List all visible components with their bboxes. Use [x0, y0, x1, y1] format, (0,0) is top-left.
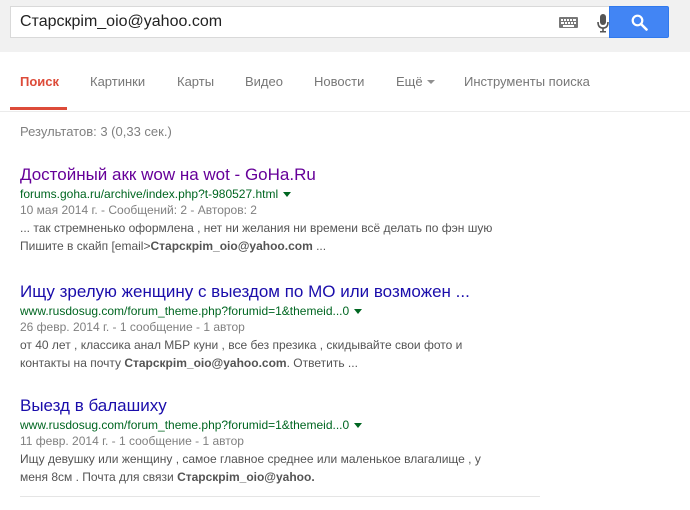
search-result: Выезд в балашиху www.rusdosug.com/forum_…: [20, 396, 540, 486]
url-dropdown-icon[interactable]: [354, 309, 363, 315]
result-snippet-line: Ищу девушку или женщину , самое главное …: [20, 452, 481, 466]
snippet-text: меня 8см . Почта для связи: [20, 470, 178, 484]
search-tabs: Поиск Картинки Карты Видео Новости Ещё И…: [0, 52, 690, 112]
result-url-text: www.rusdosug.com/forum_theme.php?forumid…: [20, 304, 350, 318]
search-input[interactable]: [11, 7, 551, 37]
search-result: Ищу зрелую женщину с выездом по МО или в…: [20, 282, 540, 372]
result-title-link[interactable]: Выезд в балашиху: [20, 396, 540, 416]
result-url-text: forums.goha.ru/archive/index.php?t-98052…: [20, 187, 279, 201]
result-meta: 11 февр. 2014 г. - 1 сообщение - 1 автор: [20, 434, 244, 448]
result-title-link[interactable]: Ищу зрелую женщину с выездом по МО или в…: [20, 282, 540, 302]
url-dropdown-icon[interactable]: [354, 423, 363, 429]
result-url-text: www.rusdosug.com/forum_theme.php?forumid…: [20, 418, 350, 432]
result-snippet-line: Пишите в скайп [email>Старскрim_oio@yaho…: [20, 237, 540, 255]
active-tab-indicator: [10, 107, 67, 110]
microphone-icon[interactable]: [596, 13, 610, 33]
result-meta: 26 февр. 2014 г. - 1 сообщение - 1 автор: [20, 320, 245, 334]
result-snippet-line: от 40 лет , классика анал МБР куни , все…: [20, 338, 463, 352]
bottom-divider: [20, 496, 540, 497]
tab-more-label: Ещё: [396, 74, 423, 89]
tab-search-tools[interactable]: Инструменты поиска: [464, 74, 590, 89]
snippet-text-after: . Ответить ...: [286, 356, 358, 370]
result-stats: Результатов: 3 (0,33 сек.): [20, 124, 172, 139]
search-result: Достойный акк wow на wot - GoHa.Ru forum…: [20, 165, 540, 255]
result-snippet-line: контакты на почту Старскрim_oio@yahoo.co…: [20, 354, 540, 372]
result-url: www.rusdosug.com/forum_theme.php?forumid…: [20, 417, 540, 433]
search-header: [0, 0, 690, 52]
magnifier-icon: [631, 14, 648, 31]
snippet-highlight: Старскрim_oio@yahoo.com: [124, 356, 287, 370]
keyboard-icon[interactable]: [559, 17, 578, 28]
search-box[interactable]: [10, 6, 610, 38]
snippet-text: контакты на почту: [20, 356, 125, 370]
tab-more[interactable]: Ещё: [396, 74, 435, 89]
tab-video[interactable]: Видео: [245, 74, 283, 89]
result-title-link[interactable]: Достойный акк wow на wot - GoHa.Ru: [20, 165, 540, 185]
tab-maps[interactable]: Карты: [177, 74, 214, 89]
url-dropdown-icon[interactable]: [283, 192, 292, 198]
search-button[interactable]: [609, 6, 669, 38]
result-url: www.rusdosug.com/forum_theme.php?forumid…: [20, 303, 540, 319]
result-snippet-line: меня 8см . Почта для связи Старскрim_oio…: [20, 468, 540, 486]
chevron-down-icon: [426, 79, 435, 84]
result-url: forums.goha.ru/archive/index.php?t-98052…: [20, 186, 540, 202]
tab-search[interactable]: Поиск: [20, 74, 59, 89]
tab-images[interactable]: Картинки: [90, 74, 145, 89]
snippet-text-after: ...: [312, 239, 327, 253]
result-snippet-line: ... так стремненько оформлена , нет ни ж…: [20, 221, 493, 235]
snippet-highlight: Старскрim_oio@yahoo.: [177, 470, 315, 484]
result-meta: 10 мая 2014 г. - Сообщений: 2 - Авторов:…: [20, 203, 257, 217]
snippet-text: Пишите в скайп [email>: [20, 239, 151, 253]
snippet-highlight: Старскрim_oio@yahoo.com: [150, 239, 313, 253]
tab-news[interactable]: Новости: [314, 74, 364, 89]
